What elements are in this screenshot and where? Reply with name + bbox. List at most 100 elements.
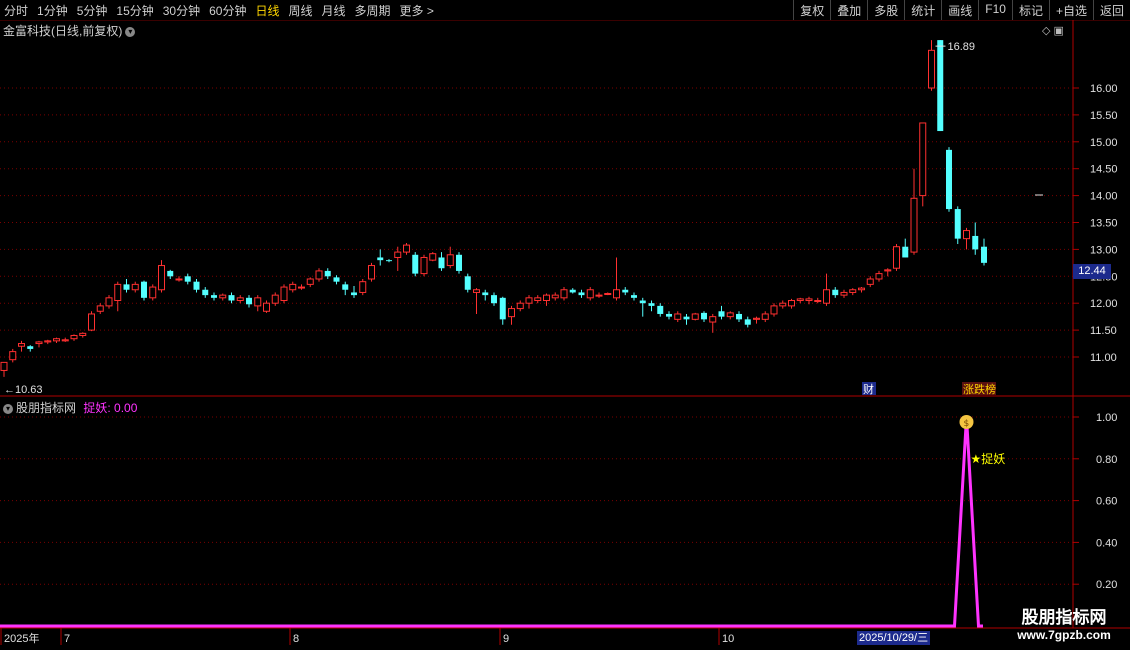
candle-body <box>394 251 402 258</box>
candle-body <box>446 254 454 267</box>
candle-body <box>736 313 742 320</box>
candle-body <box>412 254 419 274</box>
candle-body <box>306 278 314 285</box>
x-axis-label: 9 <box>503 633 509 645</box>
indicator-tick-label: 1.00 <box>1096 412 1117 424</box>
candle-body <box>0 361 8 371</box>
price-tick-label: 16.00 <box>1090 83 1118 95</box>
candle-body <box>701 312 707 320</box>
candle-body <box>770 305 778 315</box>
money-bag-symbol: $ <box>964 419 970 429</box>
candle-body <box>456 254 462 271</box>
candle-body <box>551 294 559 299</box>
candle-body <box>464 276 471 290</box>
candle-body <box>491 295 497 304</box>
candle-body <box>324 270 331 277</box>
candle-body <box>333 277 340 282</box>
candle-body <box>560 289 568 299</box>
candle-body <box>937 40 944 132</box>
candle-body <box>298 286 305 289</box>
candle-body <box>657 305 664 314</box>
candle-body <box>35 341 43 345</box>
candle-body <box>175 278 183 281</box>
candle-body <box>569 289 576 293</box>
candle-body <box>44 340 52 343</box>
candle-body <box>586 289 594 299</box>
candle-body <box>482 292 489 296</box>
candle-body <box>875 273 883 280</box>
candle-body <box>709 316 717 323</box>
candle-body <box>53 338 60 342</box>
candle-body <box>866 278 874 285</box>
candle-body <box>884 269 892 272</box>
candle-body <box>420 256 428 275</box>
candle-body <box>377 257 384 261</box>
price-tick-label: 14.50 <box>1090 164 1118 176</box>
candle-body <box>18 343 25 347</box>
candle-body <box>543 294 550 302</box>
candle-body <box>858 287 865 291</box>
candle-body <box>534 297 542 302</box>
candle-body <box>972 235 979 250</box>
indicator-tick-label: 0.60 <box>1096 496 1117 508</box>
candle-body <box>123 284 130 290</box>
candle-body <box>674 313 682 320</box>
candle-body <box>631 295 637 298</box>
candle-body <box>236 297 244 302</box>
candle-body <box>578 292 585 296</box>
candle-body <box>622 289 629 293</box>
candle-body <box>61 339 69 342</box>
low-price-label: ←10.63 <box>4 384 43 396</box>
candle-body <box>779 302 787 307</box>
candle-body <box>928 49 935 89</box>
x-axis-label: 7 <box>64 633 70 645</box>
high-price-label: 16.89 <box>948 41 976 53</box>
candle-body <box>219 294 227 299</box>
x-axis-label: 8 <box>293 633 299 645</box>
candle-body <box>79 332 87 336</box>
candle-body <box>114 283 122 302</box>
watermark-title: 股朋指标网 <box>1021 608 1107 627</box>
candle-body <box>184 276 191 282</box>
candle-body <box>604 293 612 296</box>
candle-body <box>499 297 506 320</box>
candle-body <box>840 291 848 296</box>
indicator-tick-label: 0.40 <box>1096 537 1117 549</box>
signal-label: ★捉妖 <box>971 451 1006 466</box>
badge-zdb: 涨跌榜 <box>963 382 996 396</box>
candle-body <box>954 209 961 239</box>
indicator-line <box>0 416 983 628</box>
candle-body <box>910 197 918 253</box>
price-tick-label: 13.00 <box>1090 244 1118 256</box>
candle-body <box>386 260 392 262</box>
price-tick-label: 11.00 <box>1090 352 1117 364</box>
price-tick-label: 15.50 <box>1090 110 1118 122</box>
candle-body <box>595 294 603 297</box>
candle-body <box>919 122 927 197</box>
x-axis-label: 10 <box>722 633 734 645</box>
candle-body <box>473 289 480 293</box>
watermark: 股朋指标网 www.7gpzb.com <box>1000 603 1128 647</box>
price-tick-label: 12.00 <box>1090 298 1118 310</box>
candle-body <box>96 305 104 312</box>
candle-body <box>683 316 690 320</box>
candle-body <box>902 246 909 258</box>
cursor-date: 2025/10/29/三 <box>857 631 931 645</box>
candle-body <box>666 313 672 317</box>
candle-body <box>429 253 437 261</box>
candle-body <box>832 289 839 296</box>
price-tick-label: 11.50 <box>1090 325 1117 337</box>
candle-body <box>280 286 288 302</box>
candle-body <box>946 149 952 210</box>
candle-body <box>359 281 367 293</box>
candle-body <box>27 346 34 349</box>
candle-body <box>761 313 769 320</box>
candle-body <box>193 281 200 290</box>
candle-body <box>289 283 297 291</box>
price-tick-label: 14.00 <box>1090 191 1118 203</box>
chart-canvas[interactable]: 16.0015.5015.0014.5014.0013.5013.0012.50… <box>0 0 1130 650</box>
candle-body <box>788 300 795 307</box>
candle-body <box>131 283 139 291</box>
candle-body <box>613 289 620 299</box>
candle-body <box>368 265 375 280</box>
